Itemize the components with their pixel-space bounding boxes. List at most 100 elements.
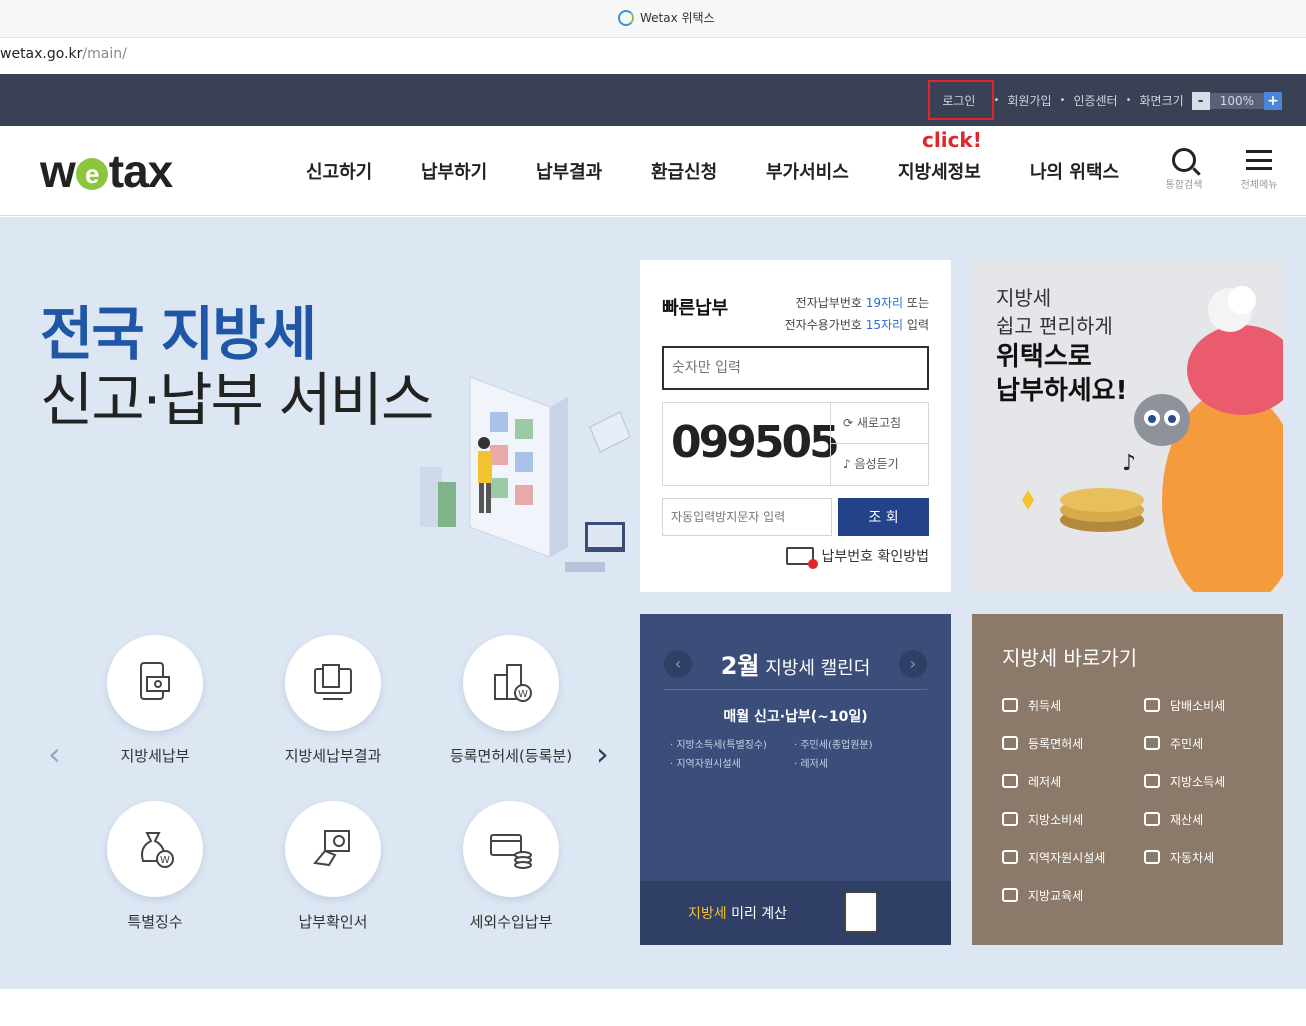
browser-tab[interactable]: Wetax 위택스: [618, 9, 715, 26]
shortcuts-title: 지방세 바로가기: [1002, 646, 1138, 670]
logo-tax: tax: [108, 145, 173, 197]
url-path: /main/: [82, 46, 127, 62]
service-label: 지방세납부: [120, 747, 190, 765]
desc-highlight: 19자리: [865, 296, 904, 310]
tax-precalc-link[interactable]: 지방세 미리 계산: [640, 881, 951, 945]
captcha-audio-button[interactable]: ♪ 음성듣기: [831, 444, 928, 485]
menu-report[interactable]: 신고하기: [306, 158, 421, 184]
medical-plus-icon: [1002, 736, 1018, 750]
audio-label: 음성듣기: [854, 457, 899, 471]
payment-number-input[interactable]: [662, 346, 929, 390]
clock-icon: [1144, 812, 1160, 826]
cert-center-link[interactable]: 인증센터: [1073, 92, 1117, 109]
separator-dot: •: [993, 95, 1000, 106]
service-non-tax-revenue[interactable]: 세외수입납부: [426, 801, 596, 932]
bill-icon: [785, 547, 818, 569]
shortcut-label: 지방소득세: [1170, 774, 1226, 789]
menu-pay[interactable]: 납부하기: [421, 158, 536, 184]
click-annotation: click!: [922, 128, 982, 152]
menu-refund[interactable]: 환급신청: [651, 158, 766, 184]
hamburger-icon: [1246, 148, 1272, 172]
shortcut-label: 재산세: [1170, 812, 1204, 827]
zoom-control: - 100% +: [1191, 91, 1282, 110]
integrated-search-button[interactable]: 통합검색: [1158, 148, 1210, 191]
quick-pay-title: 빠른납부: [662, 298, 729, 319]
list-item: · 지방소득세(특별징수): [670, 740, 767, 751]
search-label: 통합검색: [1165, 180, 1203, 191]
desc-highlight: 15자리: [865, 318, 904, 332]
service-payment-certificate[interactable]: 납부확인서: [248, 801, 418, 932]
shortcut-leisure-tax[interactable]: 레저세: [1002, 770, 1144, 792]
hero-title-line2: 신고·납부 서비스: [40, 366, 434, 434]
logo-e-circle: e: [75, 158, 108, 190]
certificate-hand-icon: [285, 801, 381, 897]
calendar-title: 2월 지방세 캘린더: [721, 646, 871, 681]
refresh-icon: ⟳: [843, 416, 857, 430]
menu-pay-result[interactable]: 납부결과: [536, 158, 651, 184]
menu-local-tax-info[interactable]: 지방세정보: [898, 158, 1030, 184]
svg-text:W: W: [518, 689, 528, 700]
menu-my-wetax[interactable]: 나의 위택스: [1030, 158, 1150, 184]
lookup-button[interactable]: 조 회: [838, 498, 929, 536]
service-label: 특별징수: [127, 913, 183, 931]
desc-text: 전자납부번호: [795, 296, 866, 310]
list-item: · 지역자원시설세: [670, 759, 741, 770]
service-local-tax-result[interactable]: 지방세납부결과: [248, 635, 418, 766]
shortcut-tobacco-tax[interactable]: 담배소비세: [1144, 694, 1262, 716]
list-item: · 레저세: [794, 759, 828, 770]
calendar-next-icon[interactable]: ›: [899, 649, 927, 678]
shortcut-acquisition-tax[interactable]: 취득세: [1002, 694, 1144, 716]
captcha-input[interactable]: [662, 498, 832, 536]
wetax-logo[interactable]: w e tax: [40, 144, 173, 198]
signup-link[interactable]: 회원가입: [1007, 92, 1051, 109]
shortcut-label: 자동차세: [1170, 850, 1215, 865]
separator-dot: •: [1059, 95, 1066, 106]
shortcut-local-consumption-tax[interactable]: 지방소비세: [1002, 808, 1144, 830]
calendar-prev-icon[interactable]: ‹: [664, 649, 692, 678]
shortcut-label: 레저세: [1028, 774, 1062, 789]
hero-illustration: [420, 376, 630, 572]
all-menu-label: 전체메뉴: [1240, 180, 1278, 191]
zoom-out-button[interactable]: -: [1191, 91, 1210, 110]
local-tax-shortcuts-panel: 지방세 바로가기 취득세 담배소비세 등록면허세 주민세 레저세 지방소득세 지…: [972, 614, 1283, 945]
shortcut-education-tax[interactable]: 지방교육세: [1002, 884, 1144, 906]
wetax-favicon-icon: [618, 9, 634, 26]
person-icon: [1144, 736, 1160, 750]
captcha-refresh-button[interactable]: ⟳ 새로고침: [831, 403, 928, 444]
microphone-icon: ♪: [843, 457, 855, 471]
browser-tab-bar: Wetax 위택스: [0, 0, 1306, 38]
main-menu: 신고하기 납부하기 납부결과 환급신청 부가서비스 지방세정보 나의 위택스: [306, 158, 1150, 184]
calendar-header: ‹ 2월 지방세 캘린더 ›: [664, 638, 927, 690]
shortcut-vehicle-tax[interactable]: 자동차세: [1144, 846, 1262, 868]
service-registration-license-tax[interactable]: W 등록면허세(등록분): [426, 635, 596, 766]
shortcut-property-tax[interactable]: 재산세: [1144, 808, 1262, 830]
shopping-icon: [1002, 812, 1018, 826]
refresh-label: 새로고침: [856, 416, 902, 430]
calendar-title-text: 지방세 캘린더: [759, 658, 871, 679]
all-menu-button[interactable]: 전체메뉴: [1233, 148, 1285, 191]
tab-title: Wetax 위택스: [640, 11, 715, 25]
payment-number-howto-link[interactable]: 납부번호 확인방법: [785, 546, 929, 569]
svg-text:W: W: [160, 855, 170, 866]
login-link[interactable]: 로그인: [928, 80, 995, 120]
menu-extra-services[interactable]: 부가서비스: [766, 158, 898, 184]
car-icon: [1144, 850, 1160, 864]
search-icon: [1172, 148, 1196, 172]
url-text[interactable]: wetax.go.kr/main/: [0, 46, 127, 62]
address-bar[interactable]: wetax.go.kr/main/: [0, 38, 1306, 74]
carousel-next-icon[interactable]: ›: [596, 735, 609, 773]
service-label: 세외수입납부: [469, 913, 553, 931]
service-special-collection[interactable]: W 특별징수: [70, 801, 240, 932]
desc-text: 입력: [903, 318, 929, 332]
mountain-icon: [1002, 850, 1018, 864]
shortcut-label: 취득세: [1028, 698, 1062, 713]
mascot-characters-icon: ♪: [1022, 286, 1283, 592]
shortcut-local-income-tax[interactable]: 지방소득세: [1144, 770, 1262, 792]
service-local-tax-payment[interactable]: 지방세납부: [70, 635, 240, 766]
shortcut-registration-tax[interactable]: 등록면허세: [1002, 732, 1144, 754]
shortcut-resident-tax[interactable]: 주민세: [1144, 732, 1262, 754]
carousel-prev-icon[interactable]: ‹: [48, 735, 61, 773]
shortcut-regional-resource-tax[interactable]: 지역자원시설세: [1002, 846, 1144, 868]
promo-banner[interactable]: 지방세 쉽고 편리하게 위택스로 납부하세요! ♪: [972, 260, 1283, 592]
zoom-in-button[interactable]: +: [1264, 91, 1282, 110]
